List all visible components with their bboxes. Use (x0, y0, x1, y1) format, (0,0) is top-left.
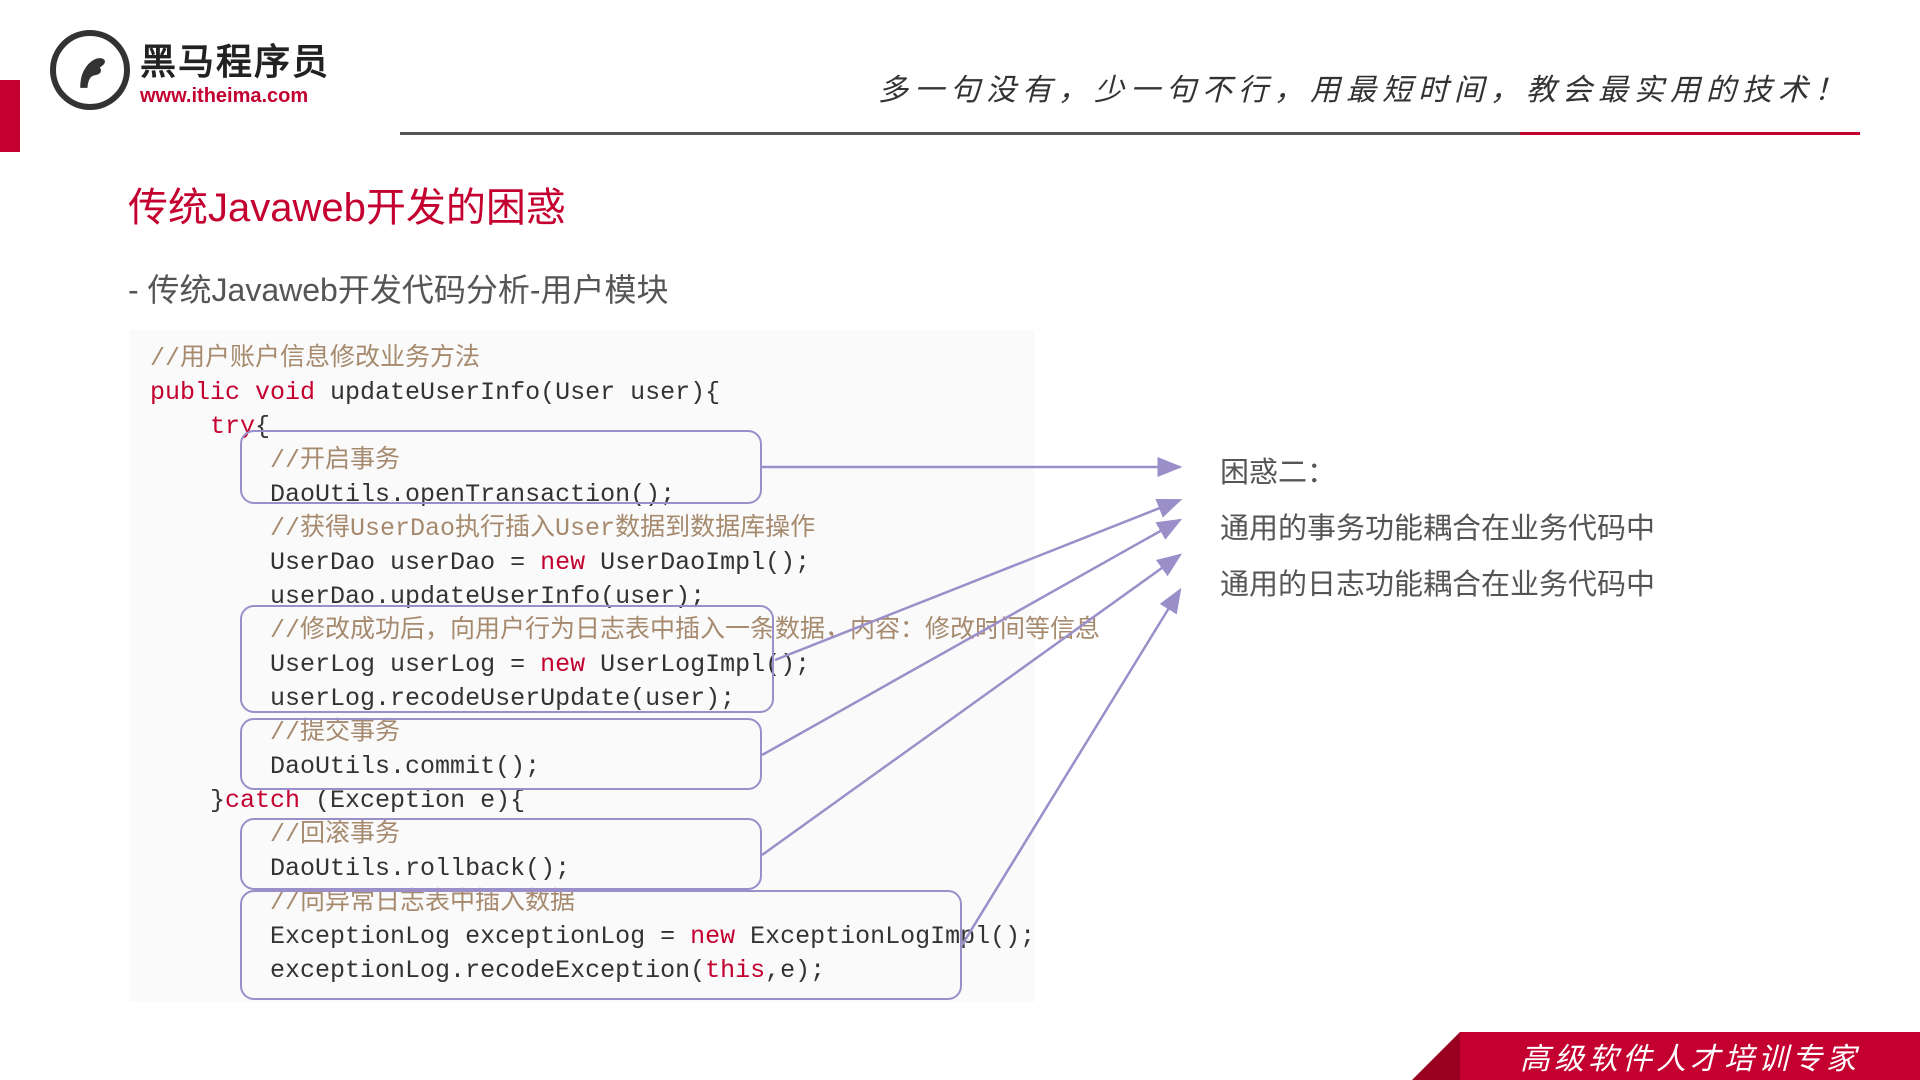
code-text: UserDao userDao = (270, 548, 540, 577)
horse-icon (50, 30, 130, 110)
confusion-line-1: 通用的事务功能耦合在业务代码中 (1220, 501, 1655, 557)
brand-name: 黑马程序员 (140, 33, 330, 85)
code-text: (Exception e){ (315, 786, 525, 815)
logo-text: 黑马程序员 www.itheima.com (140, 33, 330, 108)
highlight-exceptionlog (240, 890, 962, 1000)
footer-text: 高级软件人才培训专家 (1520, 1034, 1860, 1078)
code-kw: new (540, 548, 600, 577)
page-title: 传统Javaweb开发的困惑 (128, 175, 566, 233)
slogan: 多一句没有，少一句不行，用最短时间，教会最实用的技术！ (878, 65, 1850, 109)
code-text: updateUserInfo(User user){ (330, 378, 720, 407)
highlight-userlog (240, 605, 774, 713)
code-text: UserDaoImpl(); (600, 548, 810, 577)
header: 黑马程序员 www.itheima.com 多一句没有，少一句不行，用最短时间，… (0, 20, 1920, 120)
page-subtitle: - 传统Javaweb开发代码分析-用户模块 (128, 265, 669, 311)
code-kw: void (255, 378, 330, 407)
code-comment: //用户账户信息修改业务方法 (150, 344, 480, 373)
highlight-commit (240, 718, 762, 790)
brand-url: www.itheima.com (140, 85, 330, 108)
code-kw: catch (225, 786, 315, 815)
confusion-panel: 困惑二： 通用的事务功能耦合在业务代码中 通用的日志功能耦合在业务代码中 (1220, 445, 1655, 613)
highlight-transaction-open (240, 430, 762, 504)
logo: 黑马程序员 www.itheima.com (50, 30, 330, 110)
code-text (150, 412, 210, 441)
code-kw: public (150, 378, 255, 407)
confusion-line-2: 通用的日志功能耦合在业务代码中 (1220, 557, 1655, 613)
highlight-rollback (240, 818, 762, 890)
header-rule-accent (1520, 132, 1860, 135)
footer-triangle (1412, 1032, 1460, 1080)
code-text: } (210, 786, 225, 815)
code-comment: //获得UserDao执行插入User数据到数据库操作 (270, 514, 815, 543)
confusion-heading: 困惑二： (1220, 445, 1655, 501)
footer-bar: 高级软件人才培训专家 (1460, 1032, 1920, 1080)
